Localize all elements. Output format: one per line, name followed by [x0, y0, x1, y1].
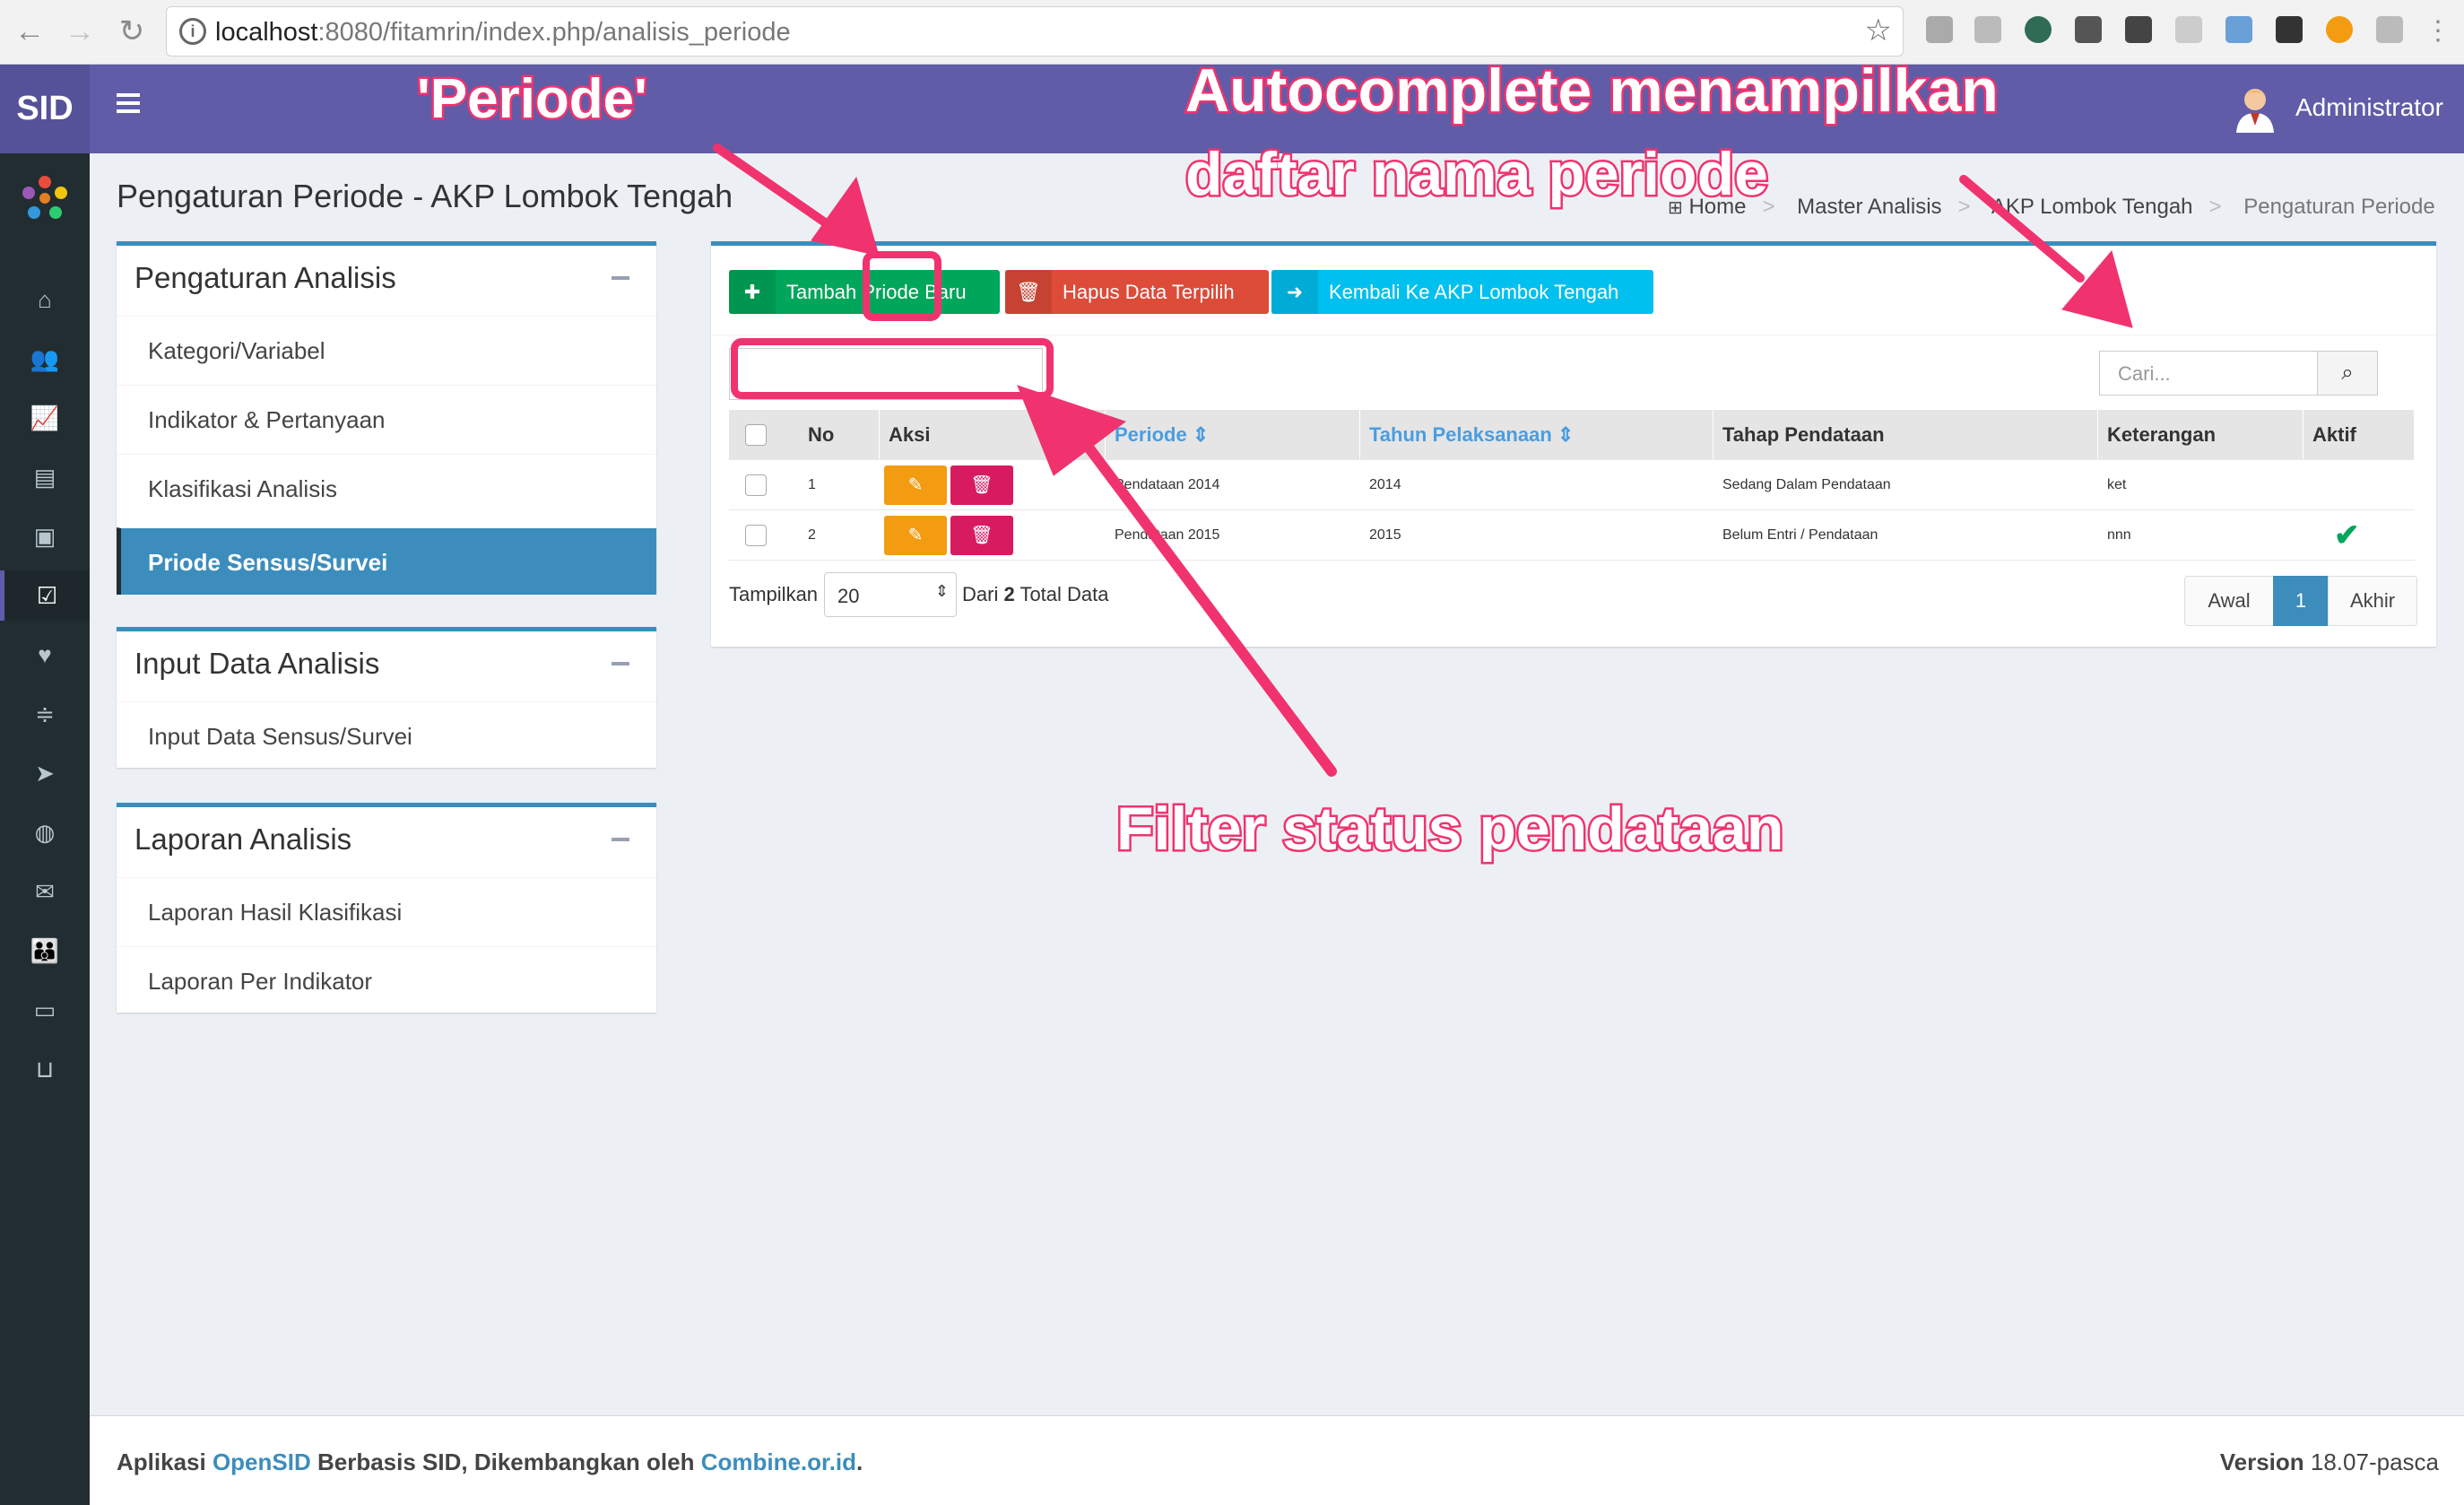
annotation-filter: Filter status pendataan [1114, 793, 1785, 866]
annotation-autocomplete-1: Autocomplete menampilkan [1184, 55, 2001, 127]
annotation-arrows [713, 144, 2133, 777]
annotation-periode: 'Periode' [415, 66, 650, 133]
annotation-autocomplete-2: daftar nama periode [1184, 138, 1771, 211]
